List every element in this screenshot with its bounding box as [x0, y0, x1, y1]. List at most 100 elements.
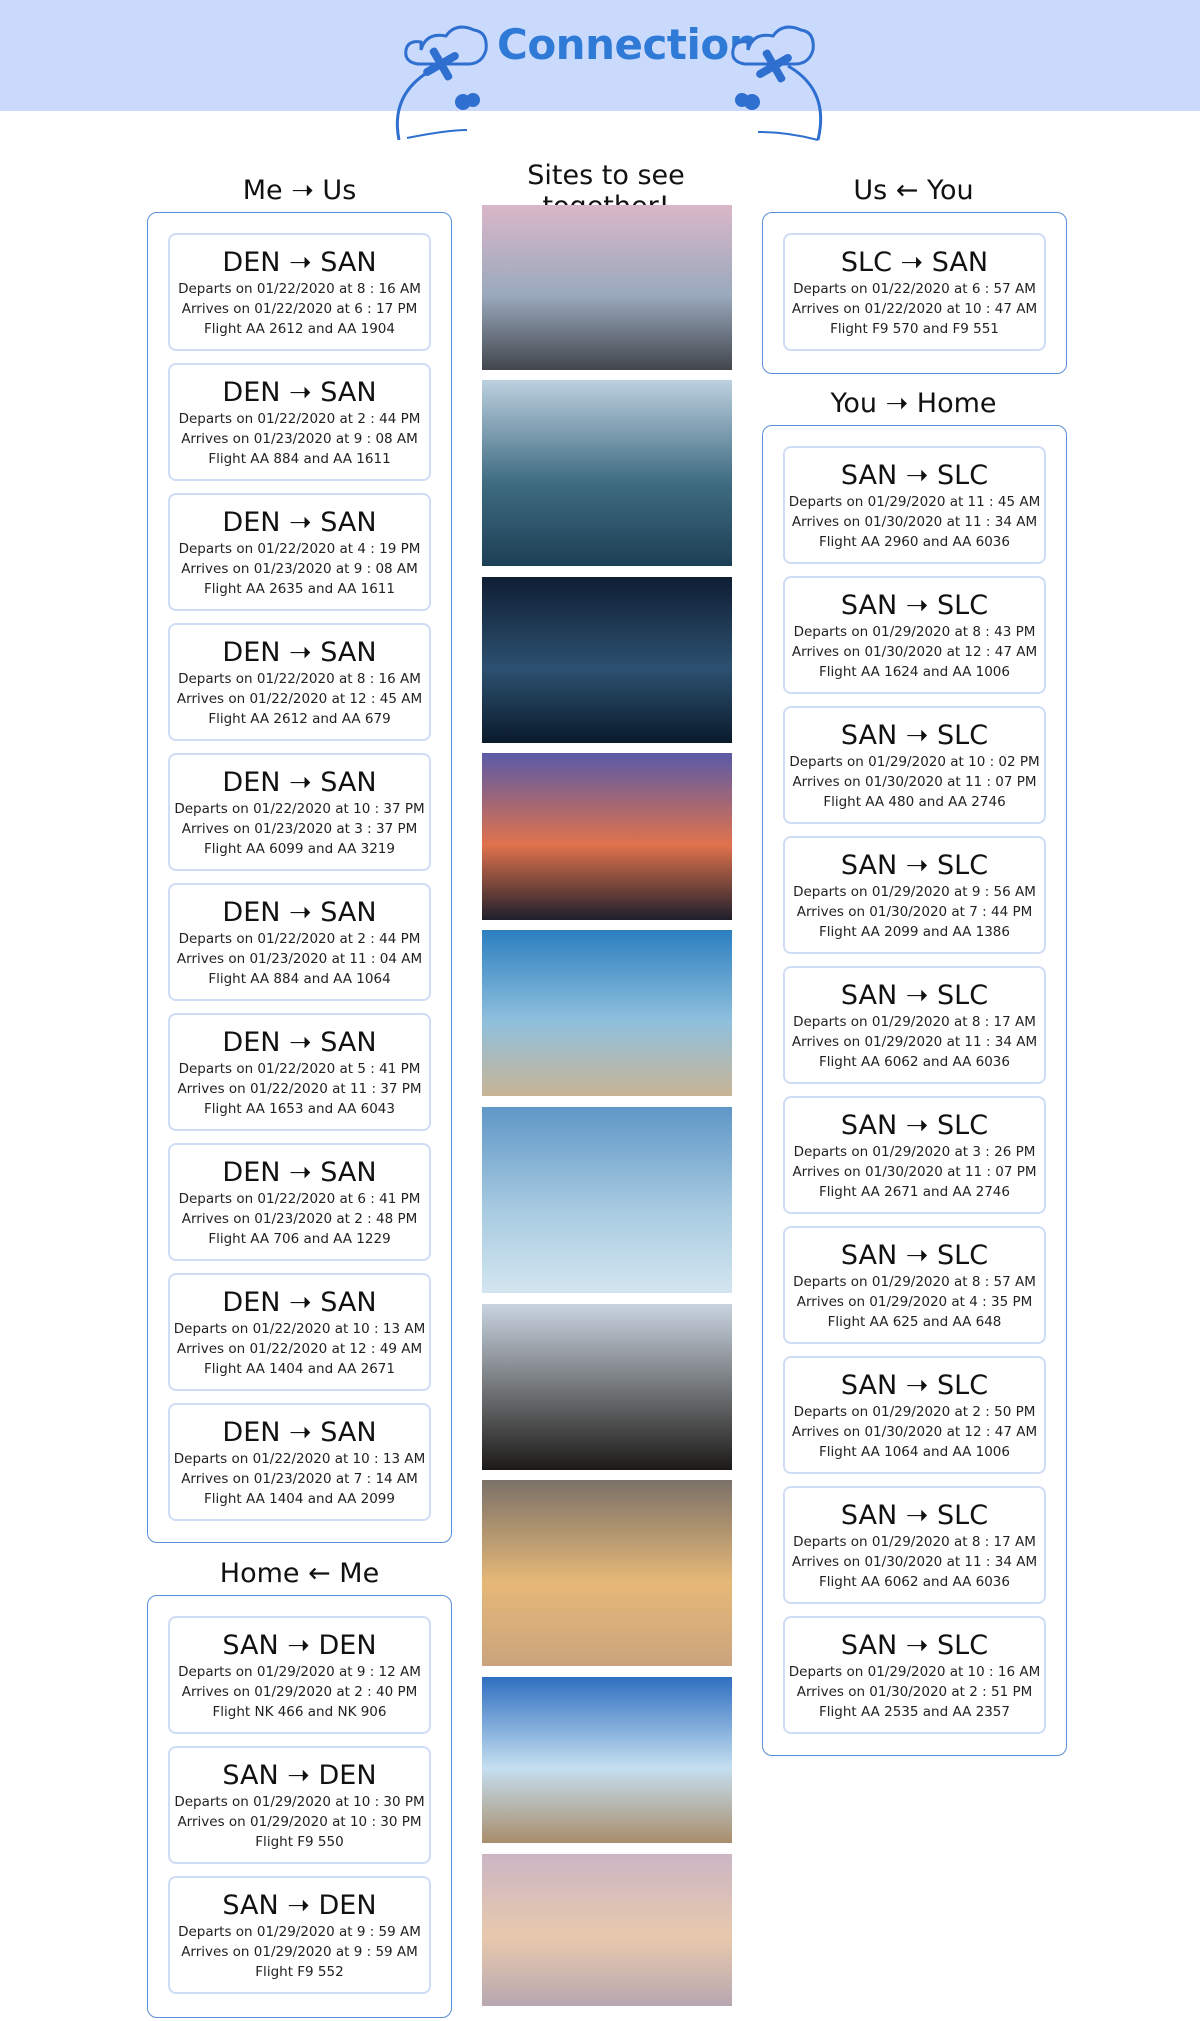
flight-card[interactable]: DEN ➝ SAN Departs on 01/22/2020 at 5 : 41… [168, 1013, 431, 1131]
flight-numbers: Flight AA 6062 and AA 6036 [819, 1054, 1010, 1070]
arrival-time: Arrives on 01/30/2020 at 11 : 07 PM [792, 1164, 1037, 1180]
me-to-us-panel: DEN ➝ SAN Departs on 01/22/2020 at 8 : 16… [147, 212, 452, 1543]
flight-route: SAN ➝ SLC [840, 1630, 989, 1661]
flight-numbers: Flight AA 480 and AA 2746 [823, 794, 1006, 810]
arrival-time: Arrives on 01/29/2020 at 11 : 34 AM [791, 1034, 1038, 1050]
departure-time: Departs on 01/29/2020 at 10 : 16 AM [788, 1664, 1041, 1680]
arrival-time: Arrives on 01/30/2020 at 12 : 47 AM [791, 644, 1038, 660]
tall-palms-photo [482, 1107, 732, 1293]
arrival-time: Arrives on 01/22/2020 at 12 : 45 AM [176, 691, 423, 707]
flight-numbers: Flight NK 466 and NK 906 [212, 1704, 387, 1720]
flight-numbers: Flight AA 706 and AA 1229 [208, 1231, 391, 1247]
departure-time: Departs on 01/29/2020 at 3 : 26 PM [793, 1144, 1036, 1160]
flight-card[interactable]: SAN ➝ DEN Departs on 01/29/2020 at 9 : 12… [168, 1616, 431, 1734]
flight-route: SAN ➝ SLC [840, 850, 989, 881]
flight-card[interactable]: SAN ➝ SLC Departs on 01/29/2020 at 8 : 17… [783, 1486, 1046, 1604]
flight-card[interactable]: DEN ➝ SAN Departs on 01/22/2020 at 10 : 1… [168, 1273, 431, 1391]
you-to-home-heading: You ➝ Home [830, 388, 997, 419]
flight-numbers: Flight AA 2099 and AA 1386 [819, 924, 1010, 940]
departure-time: Departs on 01/29/2020 at 8 : 17 AM [793, 1534, 1036, 1550]
departure-time: Departs on 01/29/2020 at 8 : 17 AM [793, 1014, 1036, 1030]
palm-silhouette-photo [482, 1304, 732, 1470]
departure-time: Departs on 01/22/2020 at 6 : 41 PM [178, 1191, 421, 1207]
flight-numbers: Flight AA 2535 and AA 2357 [819, 1704, 1010, 1720]
arrival-time: Arrives on 01/30/2020 at 11 : 34 AM [791, 514, 1038, 530]
arrival-time: Arrives on 01/23/2020 at 7 : 14 AM [181, 1471, 418, 1487]
flight-route: SLC ➝ SAN [840, 247, 989, 278]
header-banner: Connection [0, 0, 1200, 141]
flight-card[interactable]: DEN ➝ SAN Departs on 01/22/2020 at 4 : 19… [168, 493, 431, 611]
flight-card[interactable]: DEN ➝ SAN Departs on 01/22/2020 at 8 : 16… [168, 623, 431, 741]
flight-numbers: Flight F9 570 and F9 551 [830, 321, 999, 337]
arrival-time: Arrives on 01/30/2020 at 11 : 34 AM [791, 1554, 1038, 1570]
departure-time: Departs on 01/29/2020 at 11 : 45 AM [788, 494, 1041, 510]
departure-time: Departs on 01/22/2020 at 8 : 16 AM [178, 671, 421, 687]
arrival-time: Arrives on 01/30/2020 at 12 : 47 AM [791, 1424, 1038, 1440]
flight-card[interactable]: SAN ➝ SLC Departs on 01/29/2020 at 8 : 17… [783, 966, 1046, 1084]
flight-card[interactable]: SAN ➝ SLC Departs on 01/29/2020 at 3 : 26… [783, 1096, 1046, 1214]
flight-numbers: Flight F9 552 [255, 1964, 344, 1980]
us-from-you-panel: SLC ➝ SAN Departs on 01/22/2020 at 6 : 57… [762, 212, 1067, 374]
palm-beach-photo [482, 930, 732, 1096]
arrival-time: Arrives on 01/30/2020 at 7 : 44 PM [796, 904, 1033, 920]
departure-time: Departs on 01/22/2020 at 2 : 44 PM [178, 931, 421, 947]
flight-route: SAN ➝ SLC [840, 590, 989, 621]
flight-route: DEN ➝ SAN [222, 247, 377, 278]
me-to-us-heading: Me ➝ Us [242, 175, 357, 206]
flight-numbers: Flight AA 1404 and AA 2099 [204, 1491, 395, 1507]
departure-time: Departs on 01/29/2020 at 8 : 57 AM [793, 1274, 1036, 1290]
flight-card[interactable]: SAN ➝ SLC Departs on 01/29/2020 at 10 : 1… [783, 1616, 1046, 1734]
flight-numbers: Flight AA 2671 and AA 2746 [819, 1184, 1010, 1200]
arrival-time: Arrives on 01/23/2020 at 11 : 04 AM [176, 951, 423, 967]
arrival-time: Arrives on 01/23/2020 at 9 : 08 AM [181, 431, 418, 447]
arrival-time: Arrives on 01/22/2020 at 10 : 47 AM [791, 301, 1038, 317]
plane-cloud-logo-icon [731, 25, 823, 141]
arrival-time: Arrives on 01/29/2020 at 4 : 35 PM [796, 1294, 1033, 1310]
coastal-waves-photo [482, 205, 732, 370]
us-from-you-heading: Us ← You [853, 175, 974, 206]
night-skyline-photo [482, 577, 732, 743]
arrival-time: Arrives on 01/23/2020 at 9 : 08 AM [181, 561, 418, 577]
flight-card[interactable]: SAN ➝ SLC Departs on 01/29/2020 at 10 : 0… [783, 706, 1046, 824]
departure-time: Departs on 01/29/2020 at 2 : 50 PM [793, 1404, 1036, 1420]
flight-route: DEN ➝ SAN [222, 377, 377, 408]
flight-card[interactable]: SAN ➝ DEN Departs on 01/29/2020 at 9 : 59… [168, 1876, 431, 1994]
flight-card[interactable]: SAN ➝ SLC Departs on 01/29/2020 at 11 : 4… [783, 446, 1046, 564]
flight-route: SAN ➝ DEN [222, 1890, 377, 1921]
flight-card[interactable]: DEN ➝ SAN Departs on 01/22/2020 at 2 : 44… [168, 883, 431, 1001]
arrival-time: Arrives on 01/29/2020 at 10 : 30 PM [177, 1814, 422, 1830]
flight-route: DEN ➝ SAN [222, 897, 377, 928]
departure-time: Departs on 01/22/2020 at 2 : 44 PM [178, 411, 421, 427]
flight-card[interactable]: SAN ➝ SLC Departs on 01/29/2020 at 8 : 43… [783, 576, 1046, 694]
departure-time: Departs on 01/22/2020 at 10 : 37 PM [174, 801, 425, 817]
departure-time: Departs on 01/22/2020 at 8 : 16 AM [178, 281, 421, 297]
flight-route: SAN ➝ SLC [840, 1110, 989, 1141]
flight-card[interactable]: DEN ➝ SAN Departs on 01/22/2020 at 8 : 16… [168, 233, 431, 351]
departure-time: Departs on 01/22/2020 at 6 : 57 AM [793, 281, 1036, 297]
departure-time: Departs on 01/29/2020 at 9 : 56 AM [793, 884, 1036, 900]
flight-card[interactable]: DEN ➝ SAN Departs on 01/22/2020 at 2 : 44… [168, 363, 431, 481]
home-from-me-panel: SAN ➝ DEN Departs on 01/29/2020 at 9 : 12… [147, 1595, 452, 2018]
departure-time: Departs on 01/29/2020 at 10 : 02 PM [789, 754, 1040, 770]
flight-card[interactable]: SLC ➝ SAN Departs on 01/22/2020 at 6 : 57… [783, 233, 1046, 351]
departure-time: Departs on 01/29/2020 at 9 : 59 AM [178, 1924, 421, 1940]
departure-time: Departs on 01/22/2020 at 10 : 13 AM [173, 1451, 426, 1467]
flight-card[interactable]: SAN ➝ SLC Departs on 01/29/2020 at 9 : 56… [783, 836, 1046, 954]
plane-cloud-logo-icon [395, 25, 488, 141]
arrival-time: Arrives on 01/30/2020 at 11 : 07 PM [792, 774, 1037, 790]
departure-time: Departs on 01/29/2020 at 9 : 12 AM [178, 1664, 421, 1680]
flight-card[interactable]: SAN ➝ SLC Departs on 01/29/2020 at 2 : 50… [783, 1356, 1046, 1474]
flight-route: DEN ➝ SAN [222, 1157, 377, 1188]
flight-card[interactable]: SAN ➝ DEN Departs on 01/29/2020 at 10 : 3… [168, 1746, 431, 1864]
flight-card[interactable]: DEN ➝ SAN Departs on 01/22/2020 at 10 : 1… [168, 1403, 431, 1521]
flight-route: DEN ➝ SAN [222, 1417, 377, 1448]
flight-numbers: Flight AA 884 and AA 1064 [208, 971, 391, 987]
pier-sunset-photo [482, 1854, 732, 2006]
flight-card[interactable]: SAN ➝ SLC Departs on 01/29/2020 at 8 : 57… [783, 1226, 1046, 1344]
flight-card[interactable]: DEN ➝ SAN Departs on 01/22/2020 at 10 : 3… [168, 753, 431, 871]
flight-card[interactable]: DEN ➝ SAN Departs on 01/22/2020 at 6 : 41… [168, 1143, 431, 1261]
departure-time: Departs on 01/29/2020 at 10 : 30 PM [174, 1794, 425, 1810]
you-to-home-panel: SAN ➝ SLC Departs on 01/29/2020 at 11 : 4… [762, 425, 1067, 1756]
arrival-time: Arrives on 01/23/2020 at 3 : 37 PM [181, 821, 418, 837]
arrival-time: Arrives on 01/23/2020 at 2 : 48 PM [181, 1211, 418, 1227]
